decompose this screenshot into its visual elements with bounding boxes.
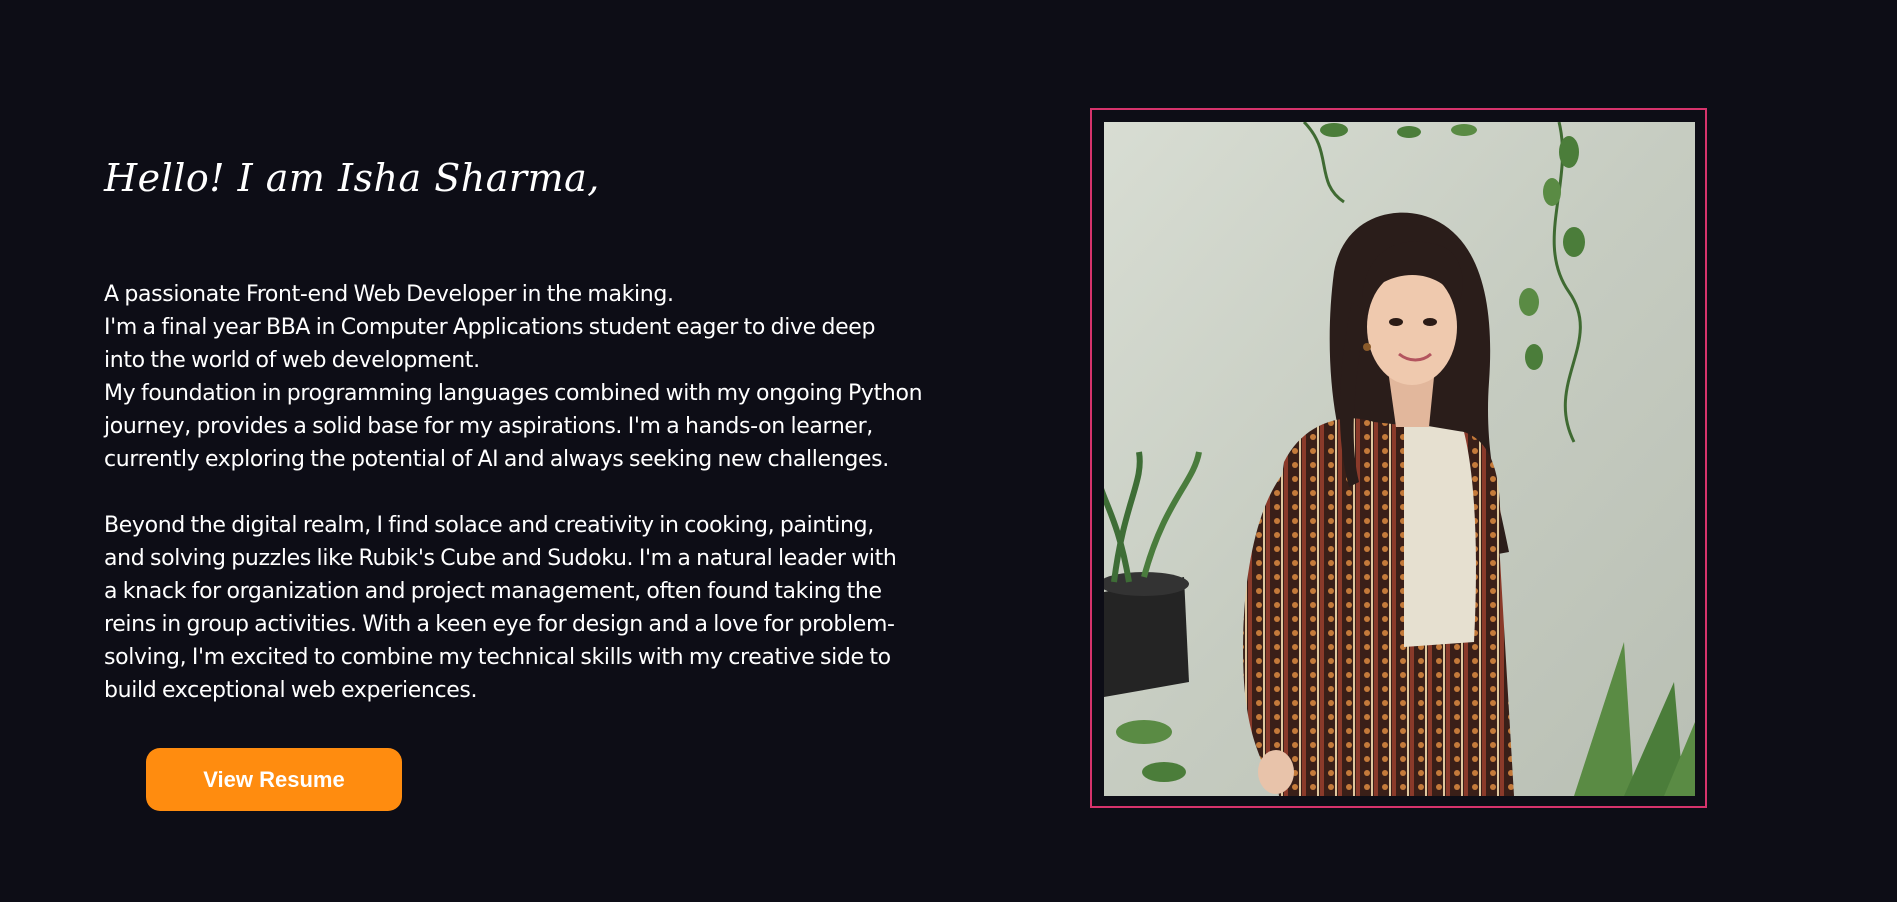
bio-line: into the world of web development. bbox=[104, 348, 480, 373]
bio-line: solving, I'm excited to combine my techn… bbox=[104, 645, 891, 670]
bio-line: I'm a final year BBA in Computer Applica… bbox=[104, 315, 876, 340]
bio-line: Beyond the digital realm, I find solace … bbox=[104, 513, 874, 538]
intro-block: Hello! I am Isha Sharma, bbox=[104, 150, 984, 206]
bio-line: journey, provides a solid base for my as… bbox=[104, 414, 873, 439]
bio-line: currently exploring the potential of AI … bbox=[104, 447, 889, 472]
portrait-illustration bbox=[1104, 122, 1695, 796]
bio-text: A passionate Front-end Web Developer in … bbox=[104, 278, 984, 707]
profile-photo-frame bbox=[1090, 108, 1707, 808]
profile-photo bbox=[1104, 122, 1695, 796]
hero-section: Hello! I am Isha Sharma, A passionate Fr… bbox=[0, 0, 1897, 902]
bio-line: build exceptional web experiences. bbox=[104, 678, 478, 703]
bio-line: and solving puzzles like Rubik's Cube an… bbox=[104, 546, 897, 571]
greeting-heading: Hello! I am Isha Sharma, bbox=[104, 156, 600, 200]
bio-line: a knack for organization and project man… bbox=[104, 579, 882, 604]
bio-line: My foundation in programming languages c… bbox=[104, 381, 923, 406]
bio-line: reins in group activities. With a keen e… bbox=[104, 612, 895, 637]
view-resume-button[interactable]: View Resume bbox=[146, 748, 402, 811]
bio-line: A passionate Front-end Web Developer in … bbox=[104, 282, 674, 307]
